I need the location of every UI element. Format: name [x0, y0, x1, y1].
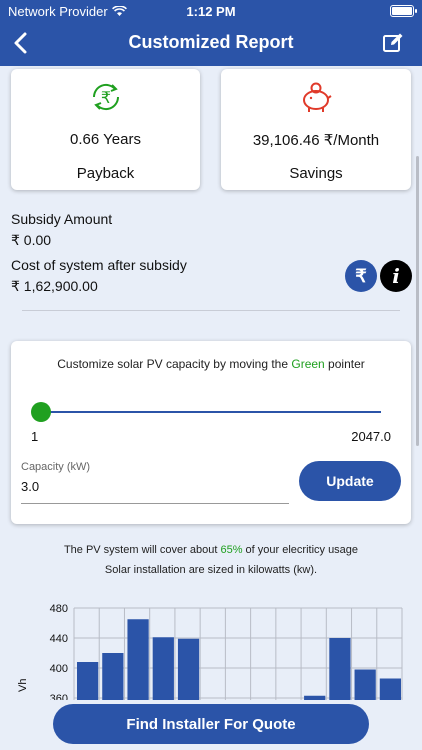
coverage-text: The PV system will cover about 65% of yo… [0, 544, 422, 556]
payback-label: Payback [76, 165, 135, 182]
y-tick-label: 440 [50, 633, 68, 645]
battery-icon [390, 5, 417, 17]
slider-max: 2047.0 [351, 429, 391, 444]
chart-bar [354, 669, 376, 700]
slider-instructions: Customize solar PV capacity by moving th… [11, 357, 411, 371]
coverage-suffix: of your elecriticy usage [242, 544, 359, 556]
info-icon: i [392, 264, 400, 288]
slider-track[interactable] [41, 411, 381, 413]
slider-min: 1 [31, 429, 39, 444]
slider-title-prefix: Customize solar PV capacity by moving th… [57, 357, 292, 371]
chart-bar [177, 638, 200, 700]
chart-bar [152, 637, 174, 700]
sizing-note: Solar installation are sized in kilowatt… [104, 564, 318, 576]
y-tick-label: 480 [50, 603, 68, 615]
scrollbar[interactable] [416, 156, 419, 446]
divider [22, 310, 400, 311]
y-tick-label: 360 [50, 693, 68, 700]
capacity-input[interactable]: 3.0 [21, 479, 39, 494]
coverage-percent: 65% [220, 544, 243, 556]
edit-icon[interactable] [382, 32, 404, 54]
status-bar: Network Provider 1:12 PM [8, 3, 417, 19]
coverage-prefix: The PV system will cover about [63, 544, 221, 556]
savings-label: Savings [289, 165, 343, 182]
savings-card: 39,106.46 ₹/Month Savings [221, 69, 411, 190]
rupee-cycle-icon: ₹ [92, 83, 119, 111]
cost-after-subsidy-value: ₹ 1,62,900.00 [11, 278, 98, 294]
chart-bar [379, 678, 401, 700]
piggy-bank-icon [303, 82, 332, 112]
rupee-button[interactable]: ₹ [345, 260, 377, 292]
capacity-card: Customize solar PV capacity by moving th… [11, 341, 411, 524]
slider-title-suffix: pointer [324, 357, 365, 371]
update-button[interactable]: Update [299, 461, 401, 501]
info-button[interactable]: i [380, 260, 412, 292]
status-time: 1:12 PM [186, 3, 236, 19]
find-installer-button[interactable]: Find Installer For Quote [53, 704, 369, 744]
subsidy-label: Subsidy Amount [11, 211, 113, 227]
subsidy-value: ₹ 0.00 [11, 232, 52, 248]
svg-text:₹: ₹ [100, 88, 110, 107]
chart-bar [127, 619, 149, 700]
payback-value: 0.66 Years [70, 131, 141, 148]
chart-bar [77, 662, 99, 700]
slider-thumb[interactable] [31, 402, 51, 422]
rupee-icon: ₹ [355, 265, 367, 286]
slider-title-highlight: Green [291, 357, 325, 371]
y-tick-label: 400 [50, 663, 68, 675]
capacity-underline [21, 503, 289, 504]
capacity-label: Capacity (kW) [21, 461, 91, 473]
payback-card: ₹ 0.66 Years Payback [11, 69, 200, 190]
savings-value: 39,106.46 ₹/Month [252, 132, 380, 149]
usage-chart: 480 440 400 360 Vh [17, 603, 403, 700]
cost-after-subsidy-label: Cost of system after subsidy [11, 257, 187, 273]
y-axis-label: Vh [17, 679, 29, 692]
chart-bar [329, 638, 351, 700]
app-header: Network Provider 1:12 PM Customized Repo… [0, 0, 422, 66]
chart-bar [102, 653, 124, 700]
page-title: Customized Report [128, 32, 294, 52]
chart-bar [304, 695, 326, 700]
